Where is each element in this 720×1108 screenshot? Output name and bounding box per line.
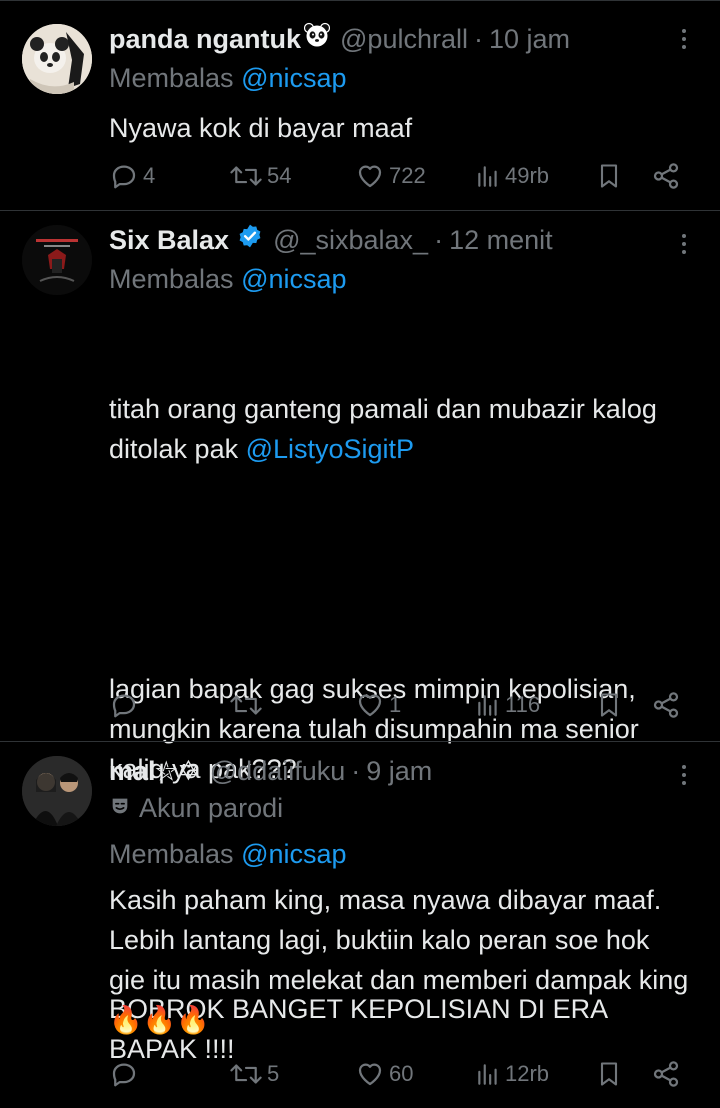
display-name[interactable]: panda ngantuk xyxy=(109,22,301,56)
share-button[interactable] xyxy=(651,156,681,196)
views-chart-icon xyxy=(475,163,501,189)
bookmark-button[interactable] xyxy=(595,156,623,196)
views-button[interactable]: 49rb xyxy=(475,156,549,196)
share-icon xyxy=(651,1059,681,1089)
retweet-count: 5 xyxy=(267,1061,280,1086)
couple-avatar-image xyxy=(22,756,92,826)
reply-icon xyxy=(109,161,139,191)
views-chart-icon xyxy=(475,1061,501,1087)
views-button[interactable]: 12rb xyxy=(475,1054,549,1094)
share-button[interactable] xyxy=(651,685,681,725)
user-handle[interactable]: @ddaiifuku xyxy=(210,754,346,788)
panda-avatar-image xyxy=(22,24,92,94)
action-bar: 4 54 722 49rb xyxy=(109,156,692,196)
heart-icon xyxy=(355,690,385,720)
retweet-icon xyxy=(229,690,263,720)
reply-tweet[interactable]: panda ngantuk @pulchrall · 10 jam Membal… xyxy=(0,0,720,210)
user-handle[interactable]: @pulchrall xyxy=(340,22,468,56)
bookmark-button[interactable] xyxy=(595,685,623,725)
like-button[interactable]: 60 xyxy=(355,1054,413,1094)
bookmark-icon xyxy=(595,161,623,191)
tweet-paragraph: titah orang ganteng pamali dan mubazir k… xyxy=(109,389,692,469)
heart-icon xyxy=(355,161,385,191)
display-name[interactable]: Six Balax xyxy=(109,223,229,257)
tweet-text: Kasih paham king, masa nyawa dibayar maa… xyxy=(109,885,696,1035)
sixbalax-avatar-image xyxy=(22,225,92,295)
panda-face-icon xyxy=(303,22,331,56)
verified-badge-icon[interactable] xyxy=(237,223,263,257)
avatar[interactable] xyxy=(22,24,92,94)
bookmark-icon xyxy=(595,1059,623,1089)
replying-label: Membalas xyxy=(109,264,234,294)
retweet-button[interactable]: 54 xyxy=(229,156,291,196)
bookmark-icon xyxy=(595,690,623,720)
inline-mention[interactable]: @ListyoSigitP xyxy=(246,434,414,464)
views-count: 116 xyxy=(505,692,541,717)
retweet-icon xyxy=(229,161,263,191)
reply-tweet[interactable]: mal ⛦✡ @ddaiifuku · 9 jam Akun parodi Me… xyxy=(0,742,720,1108)
views-chart-icon xyxy=(475,692,501,718)
like-count: 1 xyxy=(389,692,402,717)
replying-to: Membalas @nicsap xyxy=(109,836,692,872)
user-handle[interactable]: @_sixbalax_ xyxy=(273,223,428,257)
like-count: 60 xyxy=(389,1061,414,1086)
share-icon xyxy=(651,690,681,720)
replying-label: Membalas xyxy=(109,839,234,869)
reply-tweet[interactable]: Six Balax @_sixbalax_ · 12 menit Membala… xyxy=(0,211,720,1064)
replying-to: Membalas @nicsap xyxy=(109,60,692,96)
name-symbols: ⛦✡ xyxy=(155,756,200,786)
timestamp[interactable]: 12 menit xyxy=(449,223,553,257)
replying-mention[interactable]: @nicsap xyxy=(241,839,346,869)
like-count: 722 xyxy=(389,163,426,188)
reply-icon xyxy=(109,690,139,720)
bookmark-button[interactable] xyxy=(595,1054,623,1094)
retweet-count: 54 xyxy=(267,163,292,188)
retweet-icon xyxy=(229,1059,263,1089)
timestamp[interactable]: 10 jam xyxy=(489,22,570,56)
theater-mask-icon xyxy=(109,790,131,826)
replying-mention[interactable]: @nicsap xyxy=(241,63,346,93)
action-bar: 1 116 xyxy=(109,685,692,725)
action-bar: 5 60 12rb xyxy=(109,1054,692,1094)
views-count: 12rb xyxy=(505,1061,550,1086)
reply-button[interactable] xyxy=(109,1054,143,1094)
reply-button[interactable] xyxy=(109,685,143,725)
display-name[interactable]: mal xyxy=(109,754,156,788)
share-icon xyxy=(651,161,681,191)
reply-icon xyxy=(109,1059,139,1089)
replying-label: Membalas xyxy=(109,63,234,93)
tweet-header: mal ⛦✡ @ddaiifuku · 9 jam xyxy=(109,754,692,788)
parody-label: Akun parodi xyxy=(109,790,692,826)
tweet-text: Nyawa kok di bayar maaf xyxy=(109,113,413,143)
replying-mention[interactable]: @nicsap xyxy=(241,264,346,294)
more-options-icon[interactable] xyxy=(672,762,696,788)
avatar[interactable] xyxy=(22,756,92,826)
retweet-button[interactable]: 5 xyxy=(229,1054,279,1094)
more-options-icon[interactable] xyxy=(672,231,696,257)
views-button[interactable]: 116 xyxy=(475,685,540,725)
like-button[interactable]: 1 xyxy=(355,685,401,725)
separator: · xyxy=(351,756,361,786)
tweet-header: Six Balax @_sixbalax_ · 12 menit xyxy=(109,223,692,257)
more-options-icon[interactable] xyxy=(672,26,696,52)
replying-to: Membalas @nicsap xyxy=(109,261,692,297)
retweet-button[interactable] xyxy=(229,685,267,725)
separator: · xyxy=(473,24,483,54)
tweet-header: panda ngantuk @pulchrall · 10 jam xyxy=(109,22,692,56)
share-button[interactable] xyxy=(651,1054,681,1094)
timestamp[interactable]: 9 jam xyxy=(366,754,432,788)
reply-count: 4 xyxy=(143,163,156,188)
avatar[interactable] xyxy=(22,225,92,295)
views-count: 49rb xyxy=(505,163,550,188)
like-button[interactable]: 722 xyxy=(355,156,426,196)
heart-icon xyxy=(355,1059,385,1089)
parody-text: Akun parodi xyxy=(139,793,284,823)
separator: · xyxy=(434,225,444,255)
reply-button[interactable]: 4 xyxy=(109,156,155,196)
